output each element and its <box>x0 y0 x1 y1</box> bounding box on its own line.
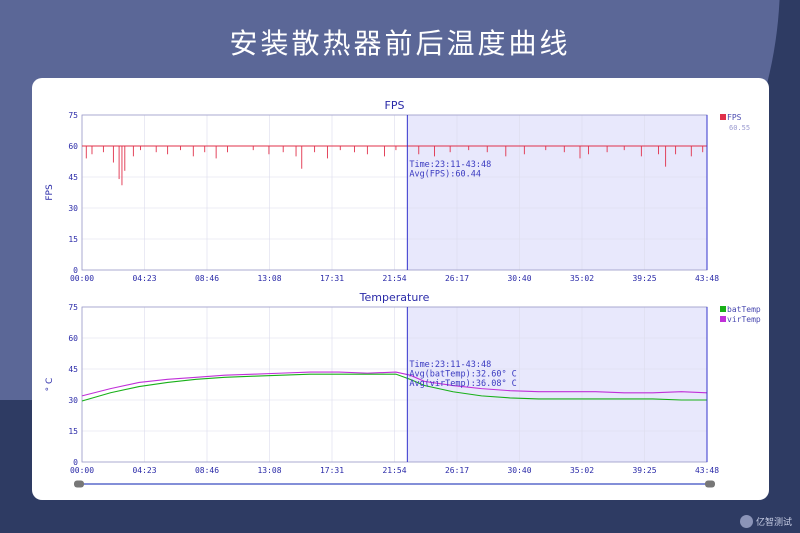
y-tick-label: 30 <box>68 204 78 213</box>
y-tick-label: 45 <box>68 173 78 182</box>
chart-title: FPS <box>385 99 405 112</box>
charts-svg[interactable]: 0153045607500:00 04:23 08:46 13:08 17:31 21:5… <box>32 78 769 500</box>
y-axis-label: ° C <box>45 378 55 392</box>
legend-swatch-batTemp <box>720 306 726 312</box>
x-tick-label: 35:02 <box>570 274 594 283</box>
legend-label-virTemp: virTemp <box>727 315 761 324</box>
avg-annotation: Avg(virTemp):36.08° C <box>409 379 516 389</box>
x-tick-label: 39:25 <box>632 274 656 283</box>
watermark-logo-icon <box>739 515 753 528</box>
highlight-region[interactable] <box>407 115 707 270</box>
x-tick-label: 04:23 <box>132 274 156 283</box>
x-tick-label: 39:25 <box>632 466 656 475</box>
legend-swatch-FPS <box>720 114 726 120</box>
x-tick-label: 26:17 <box>445 274 469 283</box>
chart-title: Temperature <box>359 291 430 304</box>
chart-card: 0 15 30 45 60 75 00:00 04:23 08:46 13:08 17:31 21:5… <box>32 78 769 500</box>
x-tick-label: 21:54 <box>382 274 406 283</box>
avg-annotation: Avg(FPS):60.44 <box>409 170 481 180</box>
x-tick-label: 00:00 <box>70 466 94 475</box>
page-headline: 安装散热器前后温度曲线 <box>229 27 571 60</box>
y-tick-label: 75 <box>68 303 78 312</box>
legend-swatch-virTemp <box>720 316 726 322</box>
x-tick-label: 43:48 <box>695 274 719 283</box>
x-tick-label: 00:00 <box>70 274 94 283</box>
legend-label-FPS: FPS <box>727 113 742 122</box>
x-tick-label: 13:08 <box>257 466 281 475</box>
x-tick-label: 17:31 <box>320 466 344 475</box>
y-tick-label: 75 <box>68 111 78 120</box>
y-tick-label: 45 <box>68 365 78 374</box>
watermark-text: 亿智测试 <box>755 518 792 528</box>
x-tick-label: 13:08 <box>257 274 281 283</box>
x-tick-label: 30:40 <box>507 274 531 283</box>
range-slider-handle-left[interactable] <box>74 480 84 488</box>
x-tick-label: 26:17 <box>445 466 469 475</box>
x-tick-label: 21:54 <box>382 466 406 475</box>
legend-value-FPS: 60.55 <box>729 124 750 132</box>
y-tick-label: 15 <box>68 235 78 244</box>
y-tick-label: 60 <box>68 334 78 343</box>
avg-annotation: Time:23:11-43:48 <box>409 160 491 170</box>
x-tick-label: 08:46 <box>195 466 219 475</box>
x-tick-label: 35:02 <box>570 466 594 475</box>
avg-annotation: Avg(batTemp):32.60° C <box>409 370 516 380</box>
y-axis-label: FPS <box>45 184 55 201</box>
x-tick-label: 04:23 <box>132 466 156 475</box>
avg-annotation: Time:23:11-43:48 <box>409 360 491 370</box>
y-tick-label: 15 <box>68 427 78 436</box>
x-tick-label: 43:48 <box>695 466 719 475</box>
legend-label-batTemp: batTemp <box>727 305 761 314</box>
x-tick-label: 17:31 <box>320 274 344 283</box>
x-tick-label: 08:46 <box>195 274 219 283</box>
x-tick-label: 30:40 <box>507 466 531 475</box>
y-tick-label: 30 <box>68 396 78 405</box>
y-tick-label: 60 <box>68 142 78 151</box>
range-slider-handle-right[interactable] <box>705 480 715 488</box>
watermark: 亿智测试 <box>739 515 792 528</box>
